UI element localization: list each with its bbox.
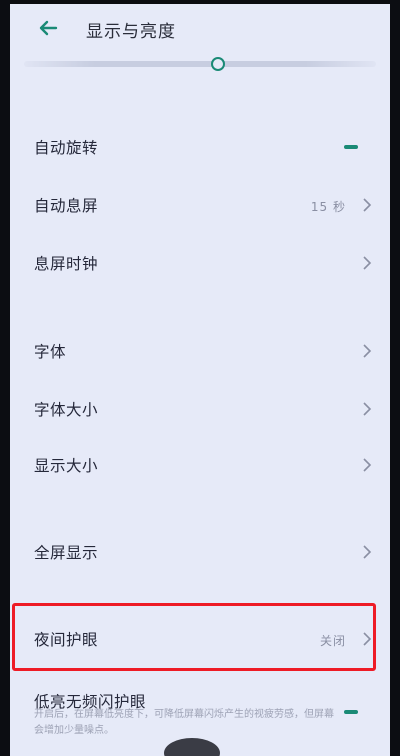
brightness-slider[interactable] (24, 61, 376, 67)
display-size-label: 显示大小 (34, 457, 99, 475)
auto-rotate-toggle[interactable] (344, 145, 358, 149)
page-title: 显示与亮度 (86, 22, 176, 42)
font-size-label: 字体大小 (34, 401, 99, 419)
back-arrow-icon[interactable] (36, 16, 60, 40)
fullscreen-label: 全屏显示 (34, 544, 99, 562)
auto-sleep-value: 15 秒 (310, 200, 346, 214)
settings-screen: 显示与亮度 自动旋转 自动息屏 15 秒 息屏时钟 字体 字体大小 显示大小 全… (10, 0, 390, 756)
chevron-right-icon (363, 198, 372, 212)
display-size-row[interactable]: 显示大小 (10, 440, 390, 490)
auto-rotate-row[interactable]: 自动旋转 (10, 122, 390, 172)
sleep-clock-row[interactable]: 息屏时钟 (10, 238, 390, 288)
font-size-row[interactable]: 字体大小 (10, 384, 390, 434)
home-handle[interactable] (164, 738, 220, 756)
fullscreen-row[interactable]: 全屏显示 (10, 527, 390, 577)
chevron-right-icon (363, 256, 372, 270)
header: 显示与亮度 (10, 10, 390, 48)
brightness-slider-thumb[interactable] (210, 57, 225, 71)
auto-sleep-label: 自动息屏 (34, 197, 99, 215)
chevron-right-icon (363, 402, 372, 416)
auto-sleep-row[interactable]: 自动息屏 15 秒 (10, 180, 390, 230)
chevron-right-icon (363, 545, 372, 559)
flicker-free-toggle[interactable] (344, 710, 358, 714)
status-bar (10, 0, 390, 4)
flicker-free-description: 开启后，在屏幕低亮度下，可降低屏幕闪烁产生的视疲劳感，但屏幕会增加少量噪点。 (34, 709, 334, 736)
chevron-right-icon (363, 344, 372, 358)
chevron-right-icon (363, 458, 372, 472)
sleep-clock-label: 息屏时钟 (34, 255, 99, 273)
font-row[interactable]: 字体 (10, 326, 390, 376)
highlight-box (12, 603, 376, 671)
auto-rotate-label: 自动旋转 (34, 139, 99, 157)
font-label: 字体 (34, 343, 67, 361)
